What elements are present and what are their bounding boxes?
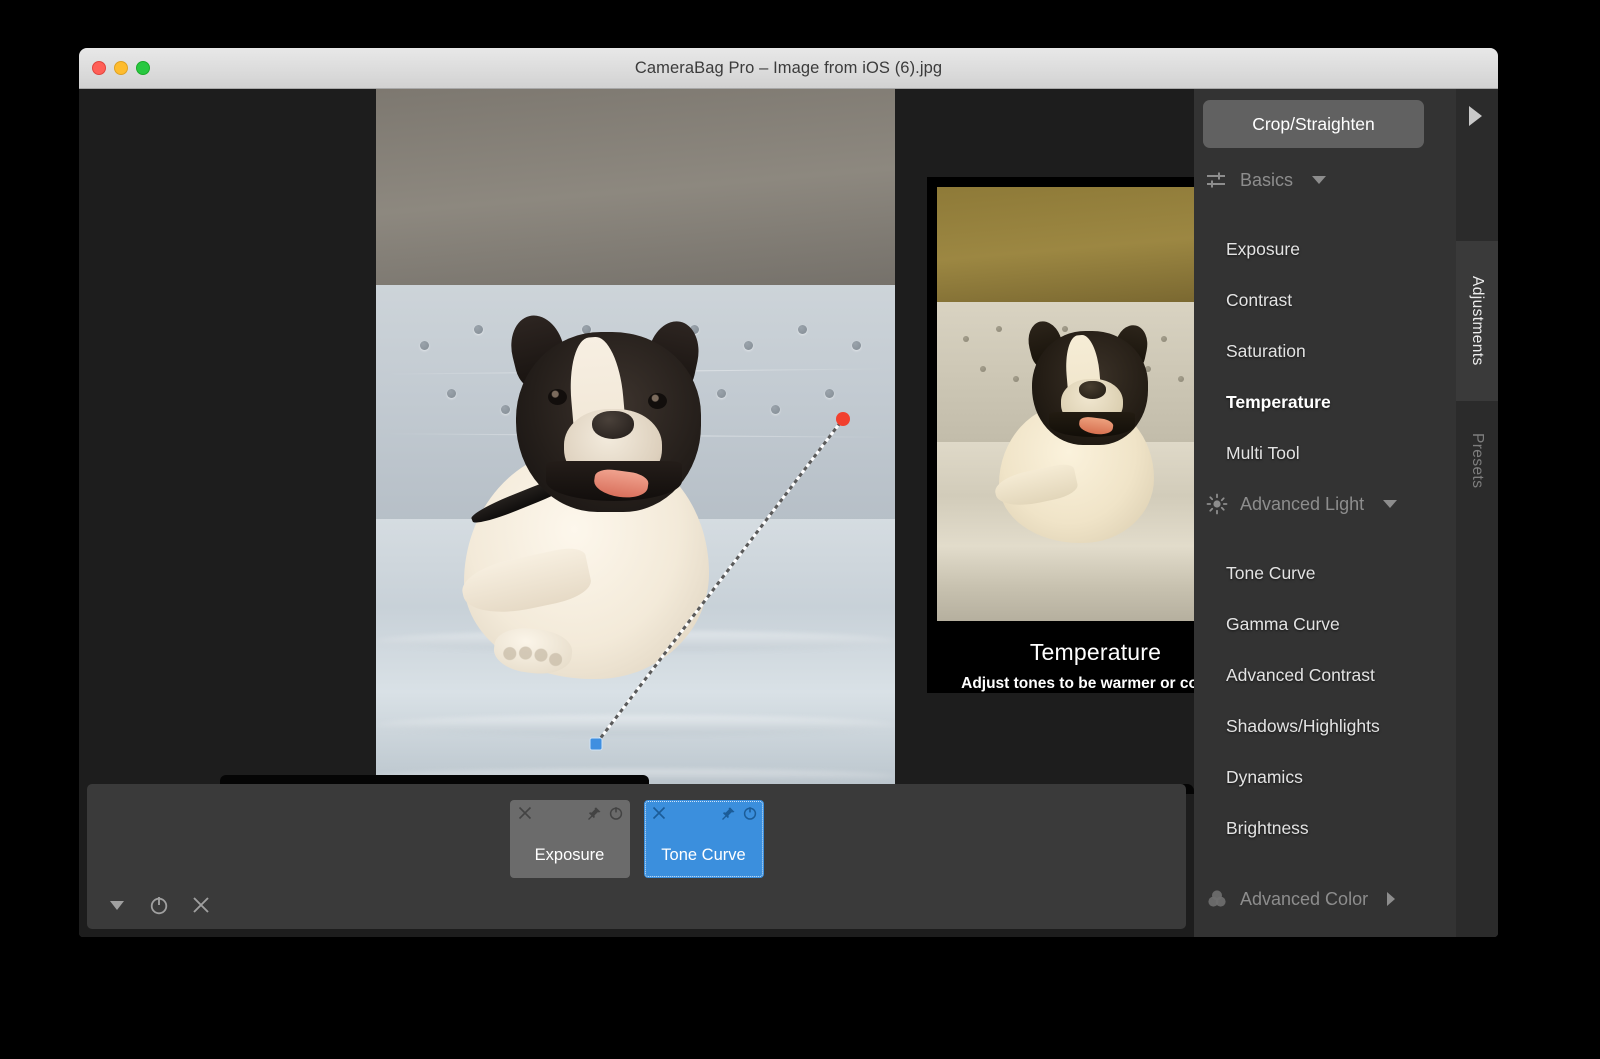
preview-description: Adjust tones to be warmer or cooler.	[961, 675, 1194, 692]
pin-icon[interactable]	[587, 806, 602, 821]
filter-chip-exposure[interactable]: Exposure	[509, 800, 630, 878]
sidebar-item-temperature[interactable]: Temperature	[1226, 392, 1331, 413]
sidebar-item-tone-curve[interactable]: Tone Curve	[1226, 563, 1316, 584]
sidebar-scroll-area[interactable]: Crop/Straighten Basics Exposure Contrast…	[1194, 89, 1498, 937]
tab-adjustments[interactable]: Adjustments	[1456, 241, 1498, 401]
preview-thumbnail	[937, 187, 1194, 621]
chevron-right-icon	[1387, 892, 1396, 906]
sidebar-item-multi-tool[interactable]: Multi Tool	[1226, 443, 1300, 464]
main-photo	[376, 89, 895, 794]
tab-adjustments-label: Adjustments	[1469, 276, 1486, 366]
close-icon[interactable]	[652, 806, 666, 820]
minimize-window-button[interactable]	[114, 61, 128, 75]
close-window-button[interactable]	[92, 61, 106, 75]
sidebar-item-contrast[interactable]: Contrast	[1226, 290, 1292, 311]
sidebar-item-dynamics[interactable]: Dynamics	[1226, 767, 1303, 788]
group-label-advanced-color: Advanced Color	[1240, 888, 1369, 909]
filter-chip-tone-curve[interactable]: Tone Curve	[643, 800, 764, 878]
power-icon[interactable]	[609, 806, 623, 820]
crop-straighten-label: Crop/Straighten	[1252, 113, 1375, 134]
chevron-down-icon	[1312, 176, 1327, 184]
preview-popup: Temperature Adjust tones to be warmer or…	[927, 177, 1194, 693]
app-window: CameraBag Pro – Image from iOS (6).jpg T…	[79, 48, 1498, 937]
sidebar-item-brightness[interactable]: Brightness	[1226, 818, 1309, 839]
crop-straighten-button[interactable]: Crop/Straighten	[1203, 100, 1424, 148]
pin-icon[interactable]	[721, 806, 736, 821]
panel-rail: Adjustments Presets	[1456, 89, 1498, 937]
sidebar-item-exposure[interactable]: Exposure	[1226, 239, 1300, 260]
close-icon[interactable]	[518, 806, 532, 820]
maximize-window-button[interactable]	[136, 61, 150, 75]
chevron-down-icon	[1383, 500, 1398, 508]
window-title: CameraBag Pro – Image from iOS (6).jpg	[634, 58, 943, 77]
power-icon[interactable]	[149, 895, 169, 915]
window-controls	[92, 61, 150, 75]
color-circles-icon	[1208, 890, 1226, 907]
sidebar-item-gamma-curve[interactable]: Gamma Curve	[1226, 614, 1340, 635]
group-header-basics[interactable]: Basics	[1194, 165, 1434, 195]
expand-panel-icon[interactable]	[1469, 106, 1482, 126]
adjustments-sidebar: Crop/Straighten Basics Exposure Contrast…	[1194, 89, 1498, 937]
filter-chip-label: Exposure	[534, 846, 605, 864]
image-canvas[interactable]: 100.00	[79, 89, 1194, 794]
sun-icon	[1206, 493, 1228, 515]
title-bar: CameraBag Pro – Image from iOS (6).jpg	[79, 48, 1498, 89]
sidebar-item-saturation[interactable]: Saturation	[1226, 341, 1306, 362]
sidebar-item-shadows-highlights[interactable]: Shadows/Highlights	[1226, 716, 1380, 737]
tab-presets[interactable]: Presets	[1456, 401, 1498, 521]
preview-title: Temperature	[1029, 639, 1162, 665]
filter-chip-label: Tone Curve	[661, 846, 746, 864]
screen: CameraBag Pro – Image from iOS (6).jpg T…	[0, 0, 1600, 1059]
sliders-icon	[1207, 172, 1225, 188]
filter-chip-list: Exposure Tone Curve	[87, 800, 1186, 878]
power-icon[interactable]	[743, 806, 757, 820]
photo-dog-nose	[592, 411, 634, 439]
group-label-advanced-light: Advanced Light	[1240, 493, 1365, 514]
group-header-advanced-light[interactable]: Advanced Light	[1194, 489, 1434, 519]
chevron-down-icon[interactable]	[107, 895, 127, 915]
sidebar-item-advanced-contrast[interactable]: Advanced Contrast	[1226, 665, 1375, 686]
close-icon[interactable]	[191, 895, 211, 915]
strip-toolbar	[107, 895, 211, 915]
editor-pane: 100.00	[79, 89, 1194, 937]
tab-presets-label: Presets	[1469, 433, 1486, 489]
filter-strip: Exposure Tone Curve	[87, 784, 1186, 929]
group-label-basics: Basics	[1240, 169, 1294, 190]
group-header-advanced-color[interactable]: Advanced Color	[1194, 884, 1434, 914]
window-body: 100.00	[79, 89, 1498, 937]
